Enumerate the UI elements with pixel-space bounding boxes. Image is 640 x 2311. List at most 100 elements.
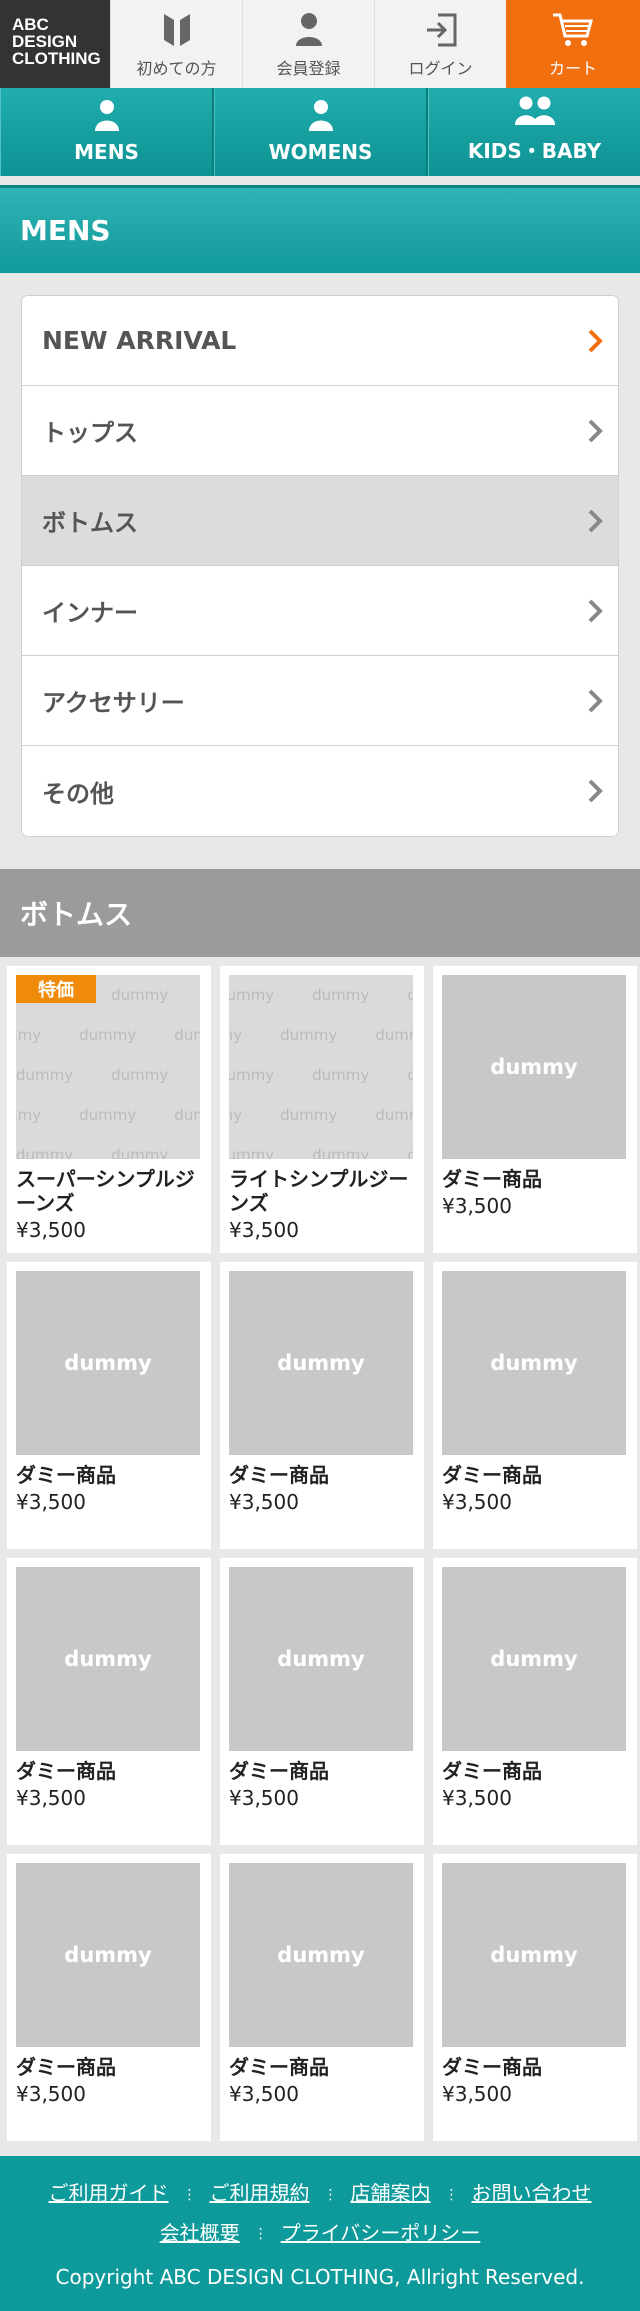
subcategory-item[interactable]: ボトムス (22, 476, 618, 566)
dummy-image-label: dummy (277, 1351, 365, 1375)
product-card[interactable]: dummy dummy dummy dummy dummy dummy dummy dummy… (220, 966, 424, 1253)
dummy-pattern-text: dummy (229, 1146, 275, 1159)
dummy-image-label: dummy (64, 1647, 152, 1671)
dummy-pattern-text: dummy (79, 1026, 137, 1044)
product-list-title: ボトムス (0, 869, 640, 957)
header-nav-beginners-label: 初めての方 (136, 59, 217, 78)
product-card[interactable]: dummy ダミー商品 ¥3,500 (220, 1854, 424, 2141)
cart-icon (553, 13, 593, 46)
footer-link-separator: ⋮ (444, 2186, 459, 2203)
dummy-pattern-text: dummy (174, 1106, 200, 1124)
header-nav-cart[interactable]: カート (506, 0, 640, 88)
subcategory-item-label: ボトムス (42, 509, 138, 537)
dummy-pattern-text: dummy (111, 1146, 169, 1159)
product-name[interactable]: ダミー商品 (442, 1167, 628, 1191)
product-card[interactable]: dummy ダミー商品 ¥3,500 (7, 1854, 211, 2141)
product-card[interactable]: dummy ダミー商品 ¥3,500 (433, 966, 637, 1253)
product-image[interactable]: dummy (442, 1567, 626, 1751)
chevron-right-icon (588, 689, 603, 712)
product-price: ¥3,500 (229, 1490, 299, 1514)
product-name[interactable]: ダミー商品 (16, 2055, 202, 2079)
subcategory-item[interactable]: NEW ARRIVAL (22, 296, 618, 386)
product-card[interactable]: dummy ダミー商品 ¥3,500 (433, 1854, 637, 2141)
product-card[interactable]: dummy ダミー商品 ¥3,500 (433, 1558, 637, 1845)
header-nav-login[interactable]: ログイン (374, 0, 506, 88)
product-name[interactable]: ダミー商品 (229, 1759, 415, 1783)
product-image[interactable]: dummy dummy dummy dummy dummy dummy dummy dummy… (229, 975, 413, 1159)
header-nav-login-label: ログイン (408, 59, 473, 78)
subcategory-item-label: トップス (42, 419, 138, 447)
chevron-right-icon (588, 599, 603, 622)
product-image[interactable]: dummy (229, 1863, 413, 2047)
dummy-pattern-text: dummy (79, 1106, 137, 1124)
dummy-pattern-row: dummydummydummydummy (16, 1095, 200, 1135)
dummy-pattern-text: dummy (229, 1066, 275, 1084)
dummy-image-label: dummy (490, 1351, 578, 1375)
dummy-pattern-row: dummydummydummydummy (229, 1095, 413, 1135)
product-card[interactable]: dummy ダミー商品 ¥3,500 (433, 1262, 637, 1549)
product-name[interactable]: ダミー商品 (442, 1759, 628, 1783)
footer-link[interactable]: 会社概要 (160, 2221, 240, 2245)
footer-link[interactable]: お問い合わせ (472, 2181, 592, 2205)
dummy-pattern-row: dummydummydummydummy (229, 1135, 413, 1159)
product-card[interactable]: dummy ダミー商品 ¥3,500 (7, 1558, 211, 1845)
category-tab-womens[interactable]: WOMENS (214, 88, 428, 176)
subcategory-item[interactable]: アクセサリー (22, 656, 618, 746)
subcategory-item[interactable]: その他 (22, 746, 618, 836)
product-name[interactable]: ダミー商品 (229, 1463, 415, 1487)
product-image[interactable]: dummy (442, 1271, 626, 1455)
dummy-pattern-row: dummydummydummydummy (16, 1015, 200, 1055)
product-image[interactable]: dummy (442, 1863, 626, 2047)
category-tab-mens[interactable]: MENS (0, 88, 214, 176)
product-card[interactable]: dummy ダミー商品 ¥3,500 (220, 1558, 424, 1845)
dummy-pattern-text: dummy (16, 1146, 74, 1159)
subcategory-item[interactable]: トップス (22, 386, 618, 476)
footer-link[interactable]: ご利用規約 (210, 2181, 310, 2205)
footer-link[interactable]: 店舗案内 (351, 2181, 431, 2205)
logo-line-3: CLOTHING (12, 49, 101, 68)
product-image[interactable]: dummy (16, 1863, 200, 2047)
product-image[interactable]: dummy (16, 1567, 200, 1751)
category-nav: MENS WOMENS KIDS・BABY (0, 88, 640, 176)
category-tab-mens-label: MENS (74, 140, 139, 164)
product-name[interactable]: ダミー商品 (229, 2055, 415, 2079)
category-tab-kids-baby[interactable]: KIDS・BABY (428, 88, 640, 176)
site-logo[interactable]: ABC DESIGN CLOTHING (0, 0, 110, 88)
product-price: ¥3,500 (442, 1194, 512, 1218)
product-name[interactable]: スーパーシンプルジーンズ (16, 1167, 202, 1215)
dummy-pattern-row: dummydummydummydummy (16, 1055, 200, 1095)
product-image[interactable]: dummy (229, 1567, 413, 1751)
dummy-pattern-text: dummy (407, 1146, 413, 1159)
product-card[interactable]: dummy ダミー商品 ¥3,500 (7, 1262, 211, 1549)
chevron-right-icon (588, 329, 603, 352)
footer-link[interactable]: ご利用ガイド (49, 2181, 169, 2205)
dummy-pattern-text: dummy (229, 986, 275, 1004)
product-name[interactable]: ダミー商品 (442, 2055, 628, 2079)
product-price: ¥3,500 (442, 1786, 512, 1810)
product-name[interactable]: ダミー商品 (16, 1463, 202, 1487)
category-tab-kids-baby-label: KIDS・BABY (467, 139, 602, 163)
dummy-image-label: dummy (490, 1055, 578, 1079)
footer-link[interactable]: プライバシーポリシー (281, 2221, 481, 2245)
product-image[interactable]: dummy dummy dummy dummy dummy dummy dummy dummy… (16, 975, 200, 1159)
dummy-pattern-text: dummy (174, 1026, 200, 1044)
product-price: ¥3,500 (16, 2082, 86, 2106)
dummy-pattern-row: dummydummydummydummy (229, 1055, 413, 1095)
product-name[interactable]: ダミー商品 (442, 1463, 628, 1487)
dummy-image-label: dummy (490, 1647, 578, 1671)
product-name[interactable]: ダミー商品 (16, 1759, 202, 1783)
product-image[interactable]: dummy (16, 1271, 200, 1455)
site-header: ABC DESIGN CLOTHING 初めての方 会員登録 ログイン カート (0, 0, 640, 88)
header-nav-beginners[interactable]: 初めての方 (110, 0, 242, 88)
header-nav-register[interactable]: 会員登録 (242, 0, 374, 88)
product-card[interactable]: dummy ダミー商品 ¥3,500 (220, 1262, 424, 1549)
dummy-pattern-text: dummy (375, 1106, 413, 1124)
product-image[interactable]: dummy (442, 975, 626, 1159)
person-icon (94, 100, 119, 131)
product-image[interactable]: dummy (229, 1271, 413, 1455)
product-card[interactable]: dummy dummy dummy dummy dummy dummy dummy dummy… (7, 966, 211, 1253)
product-price: ¥3,500 (16, 1490, 86, 1514)
subcategory-item[interactable]: インナー (22, 566, 618, 656)
product-name[interactable]: ライトシンプルジーンズ (229, 1167, 415, 1215)
dummy-pattern-text: dummy (16, 1066, 74, 1084)
